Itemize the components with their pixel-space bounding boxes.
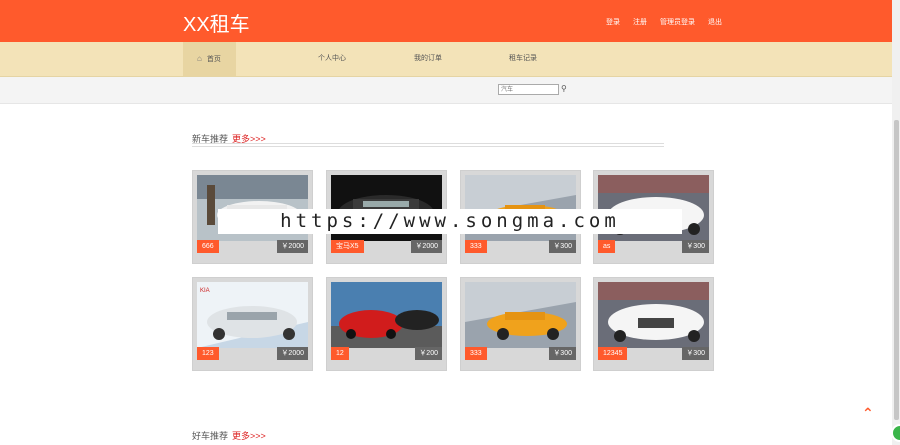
section-divider (192, 143, 664, 147)
car-name-tag[interactable]: 12 (331, 347, 349, 360)
car-photo[interactable]: KIA (197, 282, 308, 348)
car-name-tag[interactable]: 333 (465, 347, 487, 360)
register-link[interactable]: 注册 (633, 17, 647, 27)
top-links: 登录 注册 管理员登录 退出 (606, 17, 722, 27)
car-price-tag: ￥200 (415, 347, 442, 360)
back-to-top-icon[interactable]: ⌃ (862, 405, 874, 422)
car-price-tag: ￥2000 (277, 240, 308, 253)
car-name-tag[interactable]: as (598, 240, 616, 253)
nav-rental-records[interactable]: 租车记录 (509, 42, 537, 76)
car-price-tag: ￥2000 (277, 347, 308, 360)
car-price-tag: ￥300 (682, 240, 709, 253)
car-photo[interactable] (598, 282, 709, 348)
site-logo[interactable]: XX租车 (183, 8, 250, 37)
scrollbar-thumb[interactable] (894, 120, 899, 420)
section-title-good: 好车推荐 更多>>> (192, 429, 266, 442)
nav-home-label: 首页 (206, 56, 221, 63)
logout-link[interactable]: 退出 (708, 17, 722, 27)
nav-personal-center[interactable]: 个人中心 (318, 42, 346, 76)
car-name-tag[interactable]: 宝马X5 (331, 240, 364, 253)
car-name-tag[interactable]: 123 (197, 347, 219, 360)
car-name-tag[interactable]: 666 (197, 240, 219, 253)
car-photo[interactable] (331, 282, 442, 348)
car-name-tag[interactable]: 12345 (598, 347, 628, 360)
home-icon: ⌂ (197, 54, 202, 63)
section-title-good-label: 好车推荐 (192, 431, 229, 441)
admin-login-link[interactable]: 管理员登录 (660, 17, 695, 27)
car-price-tag: ￥300 (682, 347, 709, 360)
car-price-tag: ￥2000 (411, 240, 442, 253)
nav-home[interactable]: ⌂ 首页 (183, 42, 236, 76)
search-bar: ⚲ (0, 77, 892, 104)
svg-text:KIA: KIA (200, 288, 210, 294)
car-card[interactable]: 333 ￥300 (460, 277, 581, 371)
nav-my-orders[interactable]: 我的订单 (414, 42, 442, 76)
car-price-tag: ￥300 (549, 240, 576, 253)
more-good-link[interactable]: 更多>>> (232, 431, 266, 441)
car-photo[interactable] (465, 282, 576, 348)
search-icon[interactable]: ⚲ (561, 84, 567, 93)
login-link[interactable]: 登录 (606, 17, 620, 27)
car-price-tag: ￥300 (549, 347, 576, 360)
watermark-text: https://www.songma.com (218, 209, 682, 234)
car-card[interactable]: KIA 123 ￥2000 (192, 277, 313, 371)
car-card[interactable]: 12345 ￥300 (593, 277, 714, 371)
top-header: XX租车 登录 注册 管理员登录 退出 (0, 0, 892, 42)
main-nav: ⌂ 首页 个人中心 我的订单 租车记录 (0, 42, 892, 77)
car-card[interactable]: 12 ￥200 (326, 277, 447, 371)
search-input[interactable] (498, 84, 559, 95)
car-name-tag[interactable]: 333 (465, 240, 487, 253)
